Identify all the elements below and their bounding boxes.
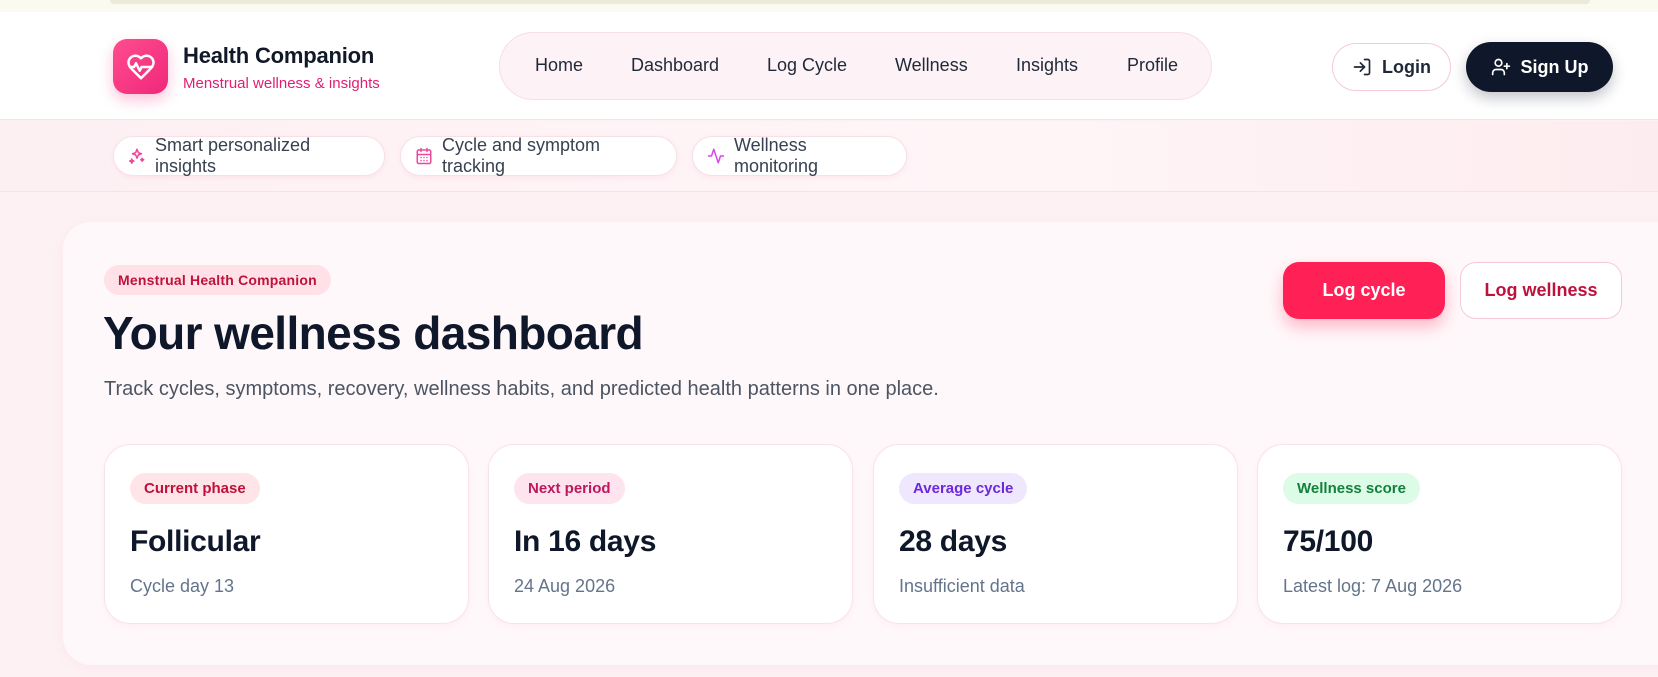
login-button[interactable]: Login bbox=[1332, 43, 1451, 91]
stat-label: Wellness score bbox=[1283, 473, 1420, 504]
log-cycle-button[interactable]: Log cycle bbox=[1283, 262, 1445, 319]
signup-button[interactable]: Sign Up bbox=[1466, 42, 1613, 92]
stat-detail: 24 Aug 2026 bbox=[514, 576, 616, 596]
nav-insights[interactable]: Insights bbox=[1016, 55, 1078, 76]
feature-label: Smart personalized insights bbox=[155, 135, 311, 176]
nav-wellness[interactable]: Wellness bbox=[895, 55, 968, 76]
stat-card-wellness-score[interactable]: Wellness score 75/100 Latest log: 7 Aug … bbox=[1257, 444, 1622, 624]
page-title: Your wellness dashboard bbox=[103, 307, 644, 359]
nav-profile[interactable]: Profile bbox=[1127, 55, 1178, 76]
feature-label: Cycle and symptom tracking bbox=[442, 135, 601, 176]
stat-label: Next period bbox=[514, 473, 625, 504]
brand-subtitle: Menstrual wellness & insights bbox=[183, 75, 380, 92]
stat-value: 75/100 bbox=[1283, 525, 1373, 558]
login-label: Login bbox=[1382, 56, 1431, 77]
calendar-icon bbox=[415, 147, 433, 165]
stat-label: Current phase bbox=[130, 473, 260, 504]
page-subtitle: Track cycles, symptoms, recovery, wellne… bbox=[104, 378, 939, 400]
stat-card-average-cycle[interactable]: Average cycle 28 days Insufficient data bbox=[873, 444, 1238, 624]
user-plus-icon bbox=[1491, 57, 1511, 77]
activity-icon bbox=[707, 147, 725, 165]
brand-title[interactable]: Health Companion bbox=[183, 43, 374, 69]
site-header: Health Companion Menstrual wellness & in… bbox=[0, 12, 1658, 120]
brand-logo[interactable] bbox=[113, 39, 168, 94]
sparkles-icon bbox=[128, 147, 146, 165]
stat-value: In 16 days bbox=[514, 525, 657, 558]
log-wellness-button[interactable]: Log wellness bbox=[1460, 262, 1622, 319]
nav-log-cycle[interactable]: Log Cycle bbox=[767, 55, 847, 76]
feature-chip-insights: Smart personalized insights bbox=[113, 135, 385, 176]
stat-card-current-phase[interactable]: Current phase Follicular Cycle day 13 bbox=[104, 444, 469, 624]
hero-tag: Menstrual Health Companion bbox=[104, 265, 331, 295]
heart-pulse-icon bbox=[126, 52, 156, 82]
main-nav: Home Dashboard Log Cycle Wellness Insigh… bbox=[499, 32, 1212, 100]
stat-value: 28 days bbox=[899, 525, 1007, 558]
signup-label: Sign Up bbox=[1520, 56, 1589, 77]
feature-chip-monitoring: Wellness monitoring bbox=[692, 135, 907, 176]
feature-chip-tracking: Cycle and symptom tracking bbox=[400, 135, 677, 176]
stat-detail: Insufficient data bbox=[899, 576, 1025, 596]
nav-home[interactable]: Home bbox=[535, 55, 583, 76]
stat-label: Average cycle bbox=[899, 473, 1028, 504]
stat-card-next-period[interactable]: Next period In 16 days 24 Aug 2026 bbox=[488, 444, 853, 624]
stat-detail: Cycle day 13 bbox=[130, 576, 235, 596]
top-strip bbox=[0, 0, 1658, 12]
nav-dashboard[interactable]: Dashboard bbox=[631, 55, 719, 76]
feature-band: Smart personalized insights Cycle and sy… bbox=[0, 121, 1658, 192]
top-strip-edge bbox=[110, 0, 1590, 4]
feature-label: Wellness monitoring bbox=[734, 135, 819, 176]
stat-value: Follicular bbox=[130, 525, 261, 558]
stat-detail: Latest log: 7 Aug 2026 bbox=[1283, 576, 1463, 596]
login-icon bbox=[1352, 57, 1372, 77]
